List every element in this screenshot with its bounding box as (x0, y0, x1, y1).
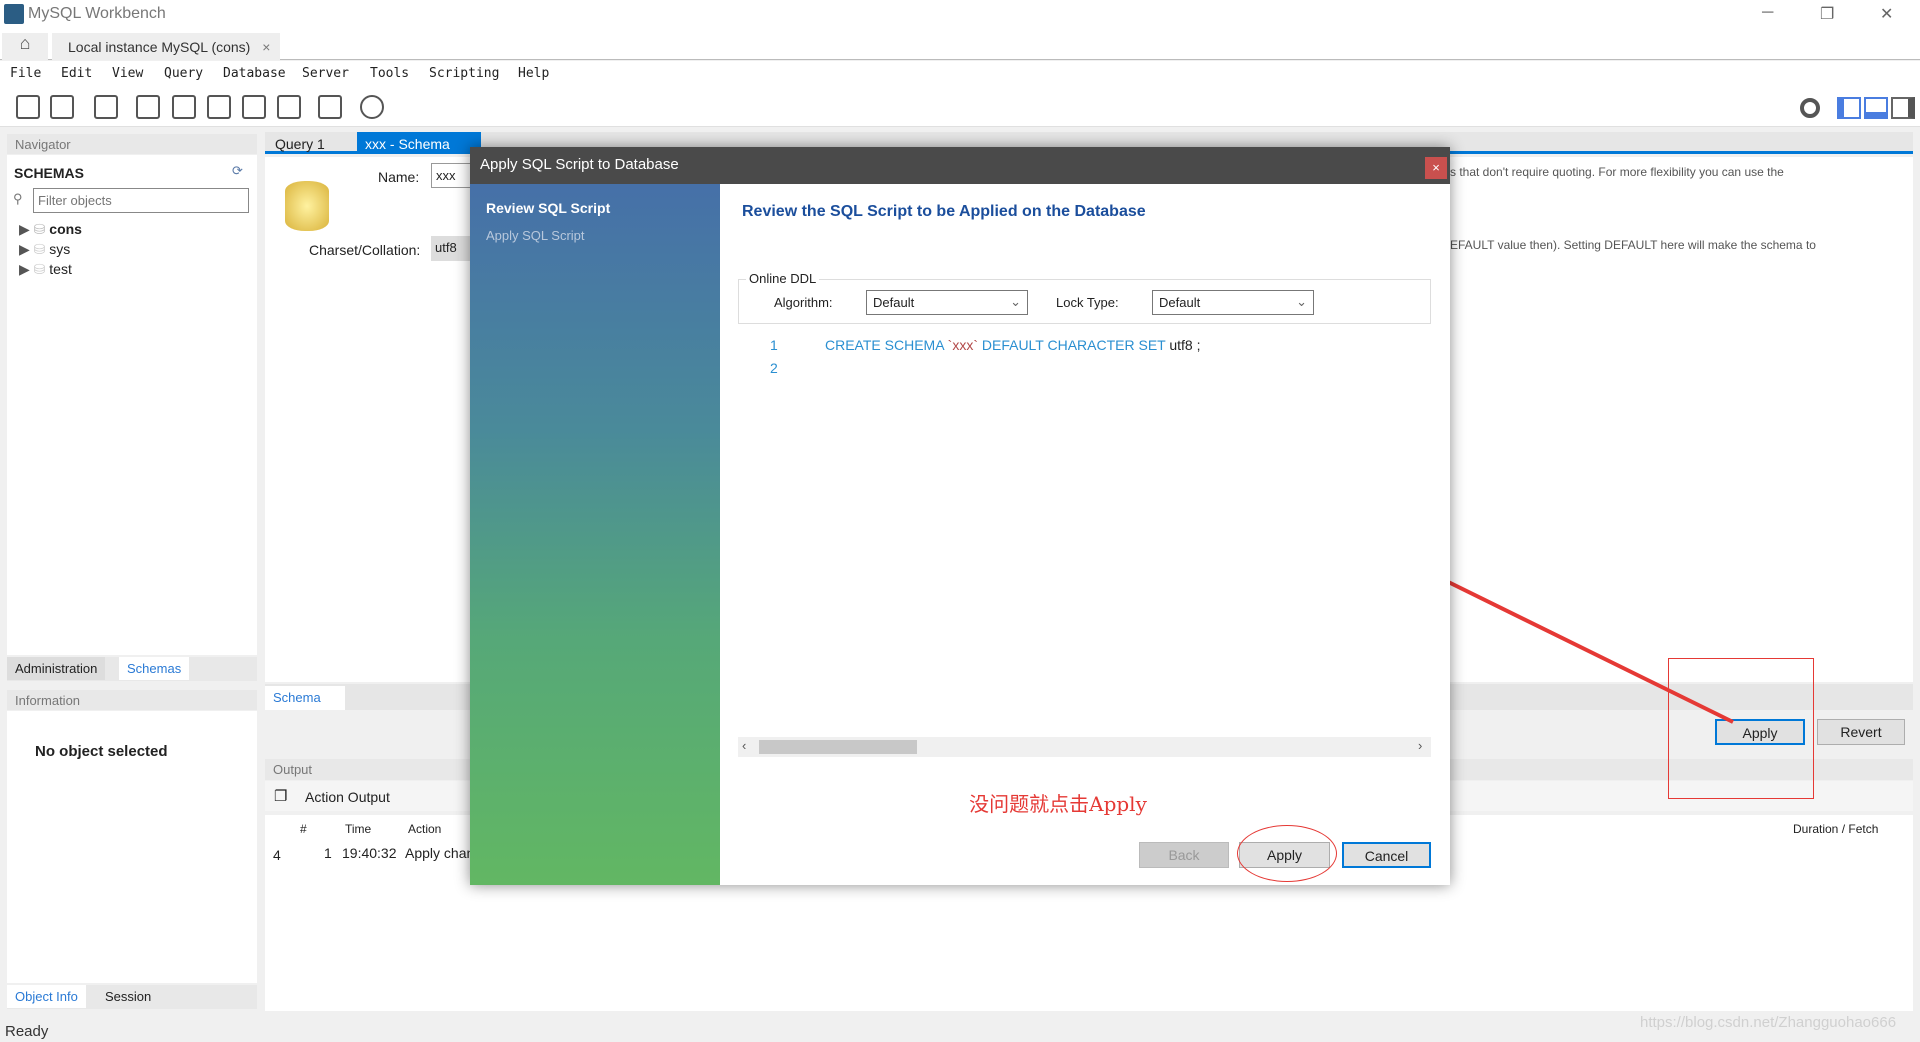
cancel-button[interactable]: Cancel (1342, 842, 1431, 868)
step-review: Review SQL Script (486, 200, 611, 216)
arrow-line (1429, 571, 1734, 724)
sql-keyword: CREATE SCHEMA (825, 337, 944, 353)
horizontal-scrollbar[interactable]: ‹ › (738, 737, 1431, 757)
annotation-text: 没问题就点击Apply (969, 792, 1147, 816)
chevron-down-icon: ⌄ (1296, 294, 1307, 309)
annotation-ellipse (1237, 825, 1337, 882)
algorithm-select[interactable]: Default ⌄ (866, 290, 1028, 315)
line-number: 1 (770, 337, 778, 353)
scroll-right-icon[interactable]: › (1418, 738, 1422, 753)
lock-type-select[interactable]: Default ⌄ (1152, 290, 1314, 315)
lock-type-label: Lock Type: (1056, 295, 1119, 310)
sql-identifier: `xxx` (947, 337, 978, 353)
apply-sql-dialog: Apply SQL Script to Database × Review SQ… (470, 147, 1450, 885)
dialog-close-button[interactable]: × (1425, 157, 1447, 179)
sql-editor[interactable]: 1 2 CREATE SCHEMA `xxx` DEFAULT CHARACTE… (470, 335, 1430, 735)
chevron-down-icon: ⌄ (1010, 294, 1021, 309)
dialog-heading: Review the SQL Script to be Applied on t… (742, 203, 1146, 220)
dialog-title: Apply SQL Script to Database (470, 147, 1450, 184)
sql-line: CREATE SCHEMA `xxx` DEFAULT CHARACTER SE… (825, 337, 1201, 353)
sql-keyword: DEFAULT CHARACTER SET (981, 337, 1166, 353)
step-apply: Apply SQL Script (486, 228, 585, 243)
line-number: 2 (770, 360, 778, 376)
algorithm-value: Default (873, 295, 915, 310)
back-button[interactable]: Back (1139, 842, 1229, 868)
lock-type-value: Default (1159, 295, 1201, 310)
scroll-left-icon[interactable]: ‹ (742, 738, 746, 753)
scrollbar-thumb[interactable] (759, 740, 917, 754)
sql-text: utf8 ; (1169, 337, 1201, 353)
algorithm-label: Algorithm: (774, 295, 833, 310)
online-ddl-label: Online DDL (746, 271, 820, 286)
